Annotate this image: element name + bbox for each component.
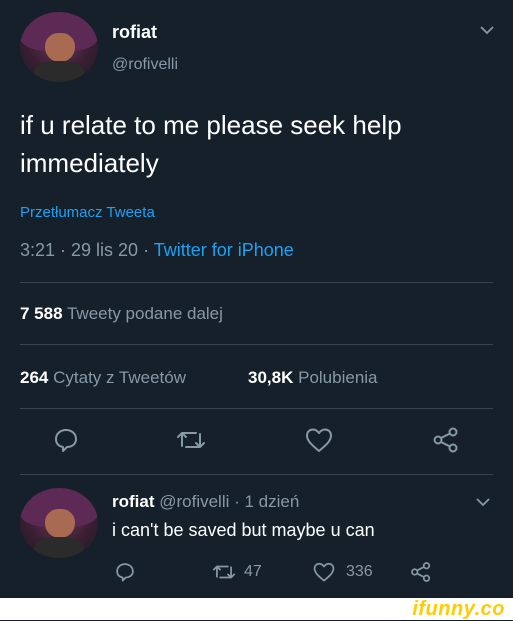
reply-share-icon[interactable] <box>410 561 432 583</box>
reply-meta: @rofivelli · 1 dzień <box>159 492 300 511</box>
reply-like-count: 336 <box>346 563 373 580</box>
reply-retweet-count: 47 <box>244 563 262 580</box>
quotes-count: 264 <box>20 368 49 387</box>
tweet-text-line2: immediately <box>20 148 159 178</box>
heart-icon[interactable] <box>304 426 334 454</box>
divider <box>20 474 493 475</box>
divider <box>20 344 493 345</box>
retweet-icon[interactable] <box>176 426 206 454</box>
ifunny-watermark: ifunny.co <box>412 598 505 620</box>
likes-label: Polubienia <box>298 368 378 387</box>
reply-heart-icon[interactable] <box>312 561 336 583</box>
reply-icon[interactable] <box>52 426 80 454</box>
reply-text: i can't be saved but maybe u can <box>112 520 375 540</box>
likes-stat[interactable]: 30,8K Polubienia <box>248 368 378 388</box>
retweets-count: 7 588 <box>20 304 63 323</box>
retweets-stat[interactable]: 7 588 Tweety podane dalej <box>20 304 223 324</box>
divider <box>20 282 493 283</box>
likes-count: 30,8K <box>248 368 294 387</box>
handle[interactable]: @rofivelli <box>112 56 178 74</box>
divider <box>20 408 493 409</box>
tweet-source-link[interactable]: Twitter for iPhone <box>154 240 294 260</box>
avatar[interactable] <box>20 12 98 82</box>
reply-chevron-down-icon[interactable] <box>474 496 492 508</box>
tweet-text-line1: if u relate to me please seek help <box>20 110 402 140</box>
quotes-stat[interactable]: 264 Cytaty z Tweetów <box>20 368 186 388</box>
watermark-bar: ifunny.co <box>0 598 513 620</box>
tweet-timestamp: 3:21 · 29 lis 20 · Twitter for iPhone <box>20 240 294 261</box>
quotes-label: Cytaty z Tweetów <box>53 368 187 387</box>
retweets-label: Tweety podane dalej <box>66 304 223 323</box>
reply-display-name[interactable]: rofiat <box>112 492 155 511</box>
reply-avatar[interactable] <box>20 488 98 558</box>
display-name[interactable]: rofiat <box>112 22 157 43</box>
tweet-card: rofiat @rofivelli if u relate to me plea… <box>0 0 513 598</box>
share-icon[interactable] <box>432 426 460 454</box>
reply-reply-icon[interactable] <box>114 561 136 583</box>
reply-retweet-icon[interactable] <box>212 561 236 583</box>
time-date: 3:21 · 29 lis 20 · <box>20 240 154 260</box>
reply-header: rofiat @rofivelli · 1 dzień <box>112 492 299 512</box>
translate-link[interactable]: Przetłumacz Tweeta <box>20 204 155 221</box>
chevron-down-icon[interactable] <box>478 24 496 36</box>
